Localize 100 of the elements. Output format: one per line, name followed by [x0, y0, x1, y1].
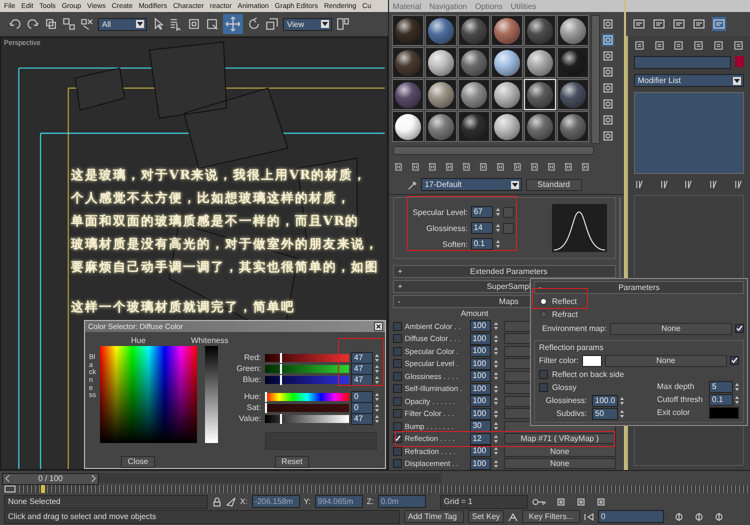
close-icon[interactable]	[374, 322, 383, 331]
slider-thumb[interactable]	[280, 374, 282, 384]
current-frame-field[interactable]: 0	[598, 510, 664, 523]
go-to-start-icon[interactable]	[584, 512, 594, 522]
selection-filter-dropdown[interactable]: All	[98, 18, 147, 30]
coordinate-field[interactable]: 994.065m	[314, 495, 363, 508]
scale-icon[interactable]	[265, 17, 279, 31]
amount-field[interactable]: 100	[470, 458, 491, 470]
lock-icon[interactable]	[212, 496, 222, 506]
amount-field[interactable]: 100	[470, 395, 491, 408]
radio-button[interactable]	[540, 298, 547, 305]
window-crossing-icon[interactable]	[205, 17, 219, 31]
channel-slider[interactable]	[265, 392, 349, 400]
spinner-arrows[interactable]	[496, 240, 500, 248]
spinner-arrows[interactable]	[494, 422, 498, 430]
amount-field[interactable]: 12	[470, 432, 491, 445]
amount-field[interactable]: 100	[470, 382, 491, 395]
value-field[interactable]: 50	[592, 408, 618, 420]
channel-slider[interactable]	[265, 354, 349, 362]
spinner-arrows[interactable]	[496, 208, 500, 216]
reset-button[interactable]: Reset	[275, 456, 309, 468]
mini-curve-icon[interactable]	[4, 485, 16, 493]
checkbox[interactable]	[392, 322, 402, 331]
slider-thumb[interactable]	[280, 352, 282, 362]
channel-slider[interactable]	[265, 404, 349, 412]
eyedropper-icon[interactable]	[406, 180, 417, 190]
channel-slider[interactable]	[265, 364, 349, 372]
checkbox[interactable]	[730, 356, 739, 365]
value-field[interactable]: 47	[351, 412, 373, 424]
move-icon[interactable]	[223, 14, 243, 34]
spinner-arrows[interactable]	[375, 364, 379, 372]
checkbox[interactable]	[392, 384, 402, 394]
checkbox[interactable]	[392, 346, 402, 356]
spinner-arrows[interactable]	[735, 382, 739, 390]
time-slider-thumb[interactable]: 0 / 100	[2, 472, 99, 484]
spinner-arrows[interactable]	[375, 376, 379, 384]
spinner-arrows[interactable]	[494, 334, 498, 343]
key-icon[interactable]	[532, 496, 546, 506]
close-button[interactable]: Close	[121, 456, 155, 468]
map-button[interactable]: None	[504, 446, 616, 457]
amount-field[interactable]: 100	[470, 370, 491, 382]
previous-frame-icon[interactable]	[5, 475, 10, 482]
amount-field[interactable]: 100	[470, 345, 491, 358]
amount-field[interactable]: 30	[470, 420, 491, 432]
coordinate-field[interactable]: -206.158m	[252, 495, 300, 508]
checkbox[interactable]	[539, 383, 548, 392]
checkbox[interactable]	[392, 396, 402, 406]
redo-icon[interactable]	[26, 17, 40, 31]
slider-thumb[interactable]	[280, 364, 282, 374]
spinner-arrows[interactable]	[496, 224, 500, 232]
add-time-tag-button[interactable]: Add Time Tag	[404, 510, 464, 523]
amount-field[interactable]: 100	[470, 445, 491, 458]
color-swatch[interactable]	[709, 406, 739, 418]
vertical-scrollbar[interactable]	[590, 15, 600, 144]
rectangle-select-icon[interactable]	[187, 17, 201, 31]
material-type-button[interactable]: Standard	[526, 178, 582, 190]
rollout-header[interactable]: - Parameters	[534, 281, 744, 294]
value-field[interactable]: 0.1	[470, 238, 493, 250]
checkbox[interactable]	[392, 372, 402, 381]
spinner-arrows[interactable]	[494, 447, 498, 456]
spinner-arrows[interactable]	[494, 347, 498, 356]
amount-field[interactable]: 100	[470, 358, 491, 370]
value-field[interactable]: 47	[351, 374, 373, 386]
value-field[interactable]: 14	[470, 222, 493, 234]
spinner-arrows[interactable]	[494, 372, 498, 380]
timeline-ruler[interactable]	[19, 485, 750, 493]
color-swatch[interactable]	[582, 354, 602, 366]
map-button[interactable]: None	[610, 322, 732, 334]
key-filters-button[interactable]: Key Filters...	[522, 510, 580, 523]
value-field[interactable]: 5	[709, 380, 733, 392]
spinner-arrows[interactable]	[620, 396, 624, 404]
checkbox[interactable]	[735, 324, 744, 333]
hue-blackness-picker[interactable]	[100, 346, 197, 443]
radio-button[interactable]	[540, 311, 547, 318]
value-field[interactable]: 0	[351, 402, 373, 414]
value-field[interactable]: 0.1	[709, 394, 733, 406]
checkbox[interactable]	[392, 334, 402, 344]
slider-thumb[interactable]	[280, 414, 282, 424]
modifier-list-dropdown[interactable]: Modifier List	[634, 74, 744, 87]
checkbox[interactable]	[392, 446, 402, 456]
checkbox[interactable]	[392, 359, 402, 368]
spinner-arrows[interactable]	[494, 384, 498, 393]
next-frame-icon[interactable]	[91, 475, 96, 482]
object-color-swatch[interactable]	[735, 56, 744, 67]
value-field[interactable]: 100.0	[592, 394, 618, 406]
checkbox[interactable]	[392, 422, 402, 431]
spinner-arrows[interactable]	[494, 397, 498, 406]
time-slider-track[interactable]: 0 / 100	[2, 472, 442, 482]
set-key-button[interactable]: Set Key	[468, 510, 504, 523]
spinner-arrows[interactable]	[620, 410, 624, 418]
value-field[interactable]: 0	[351, 390, 373, 402]
amount-field[interactable]: 100	[470, 320, 491, 332]
spinner-arrows[interactable]	[494, 410, 498, 418]
spinner-arrows[interactable]	[494, 434, 498, 443]
spinner-arrows[interactable]	[375, 392, 379, 400]
map-button[interactable]: None	[604, 354, 727, 366]
channel-slider[interactable]	[265, 376, 349, 384]
spinner-arrows[interactable]	[494, 322, 498, 330]
value-field[interactable]: 47	[351, 352, 373, 364]
amount-field[interactable]: 100	[470, 332, 491, 345]
